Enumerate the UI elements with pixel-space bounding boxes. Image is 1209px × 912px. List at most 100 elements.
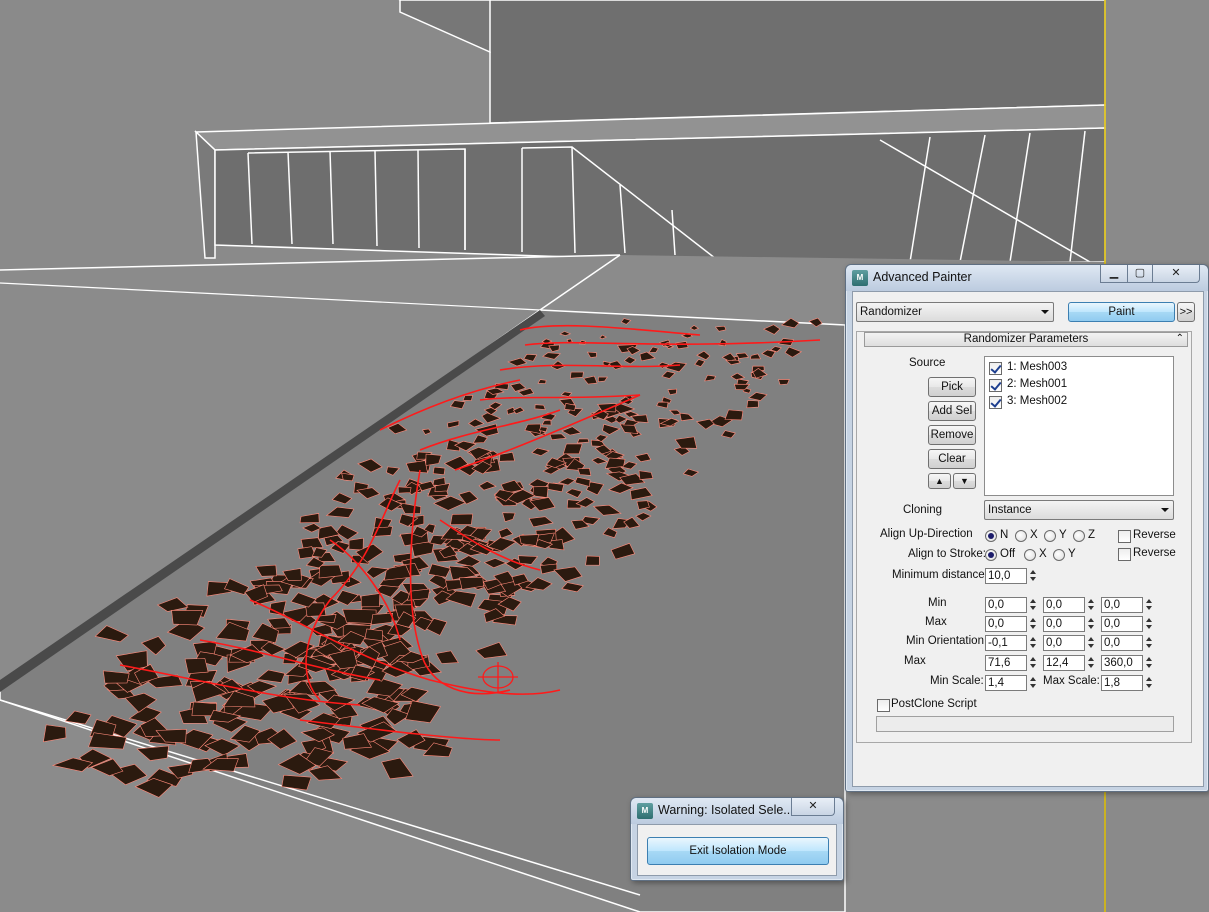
min-orientation-y-spinner[interactable]: 0,0 [1043,635,1099,651]
min-y-field[interactable]: 0,0 [1043,597,1085,613]
max-orientation-z-spinner[interactable]: 360,0 [1101,655,1157,671]
max-orientation-x-spinner[interactable]: 71,6 [985,655,1041,671]
spinner-arrows-icon[interactable] [1029,617,1038,631]
align-stroke-radio-y[interactable] [1053,549,1065,561]
max-scale-label: Max Scale: [1043,675,1100,687]
align-up-radio-x[interactable] [1015,530,1027,542]
max-orientation-x-field[interactable]: 71,6 [985,655,1027,671]
min-orientation-z-field[interactable]: 0,0 [1101,635,1143,651]
expand-button[interactable]: >> [1177,302,1195,322]
postclone-script-field[interactable] [876,716,1174,732]
advanced-painter-titlebar[interactable]: M Advanced Painter ▁ ▢ ✕ [846,265,1208,291]
spinner-arrows-icon[interactable] [1087,598,1096,612]
max-x-spinner[interactable]: 0,0 [985,616,1041,632]
max-y-spinner[interactable]: 0,0 [1043,616,1099,632]
clear-button[interactable]: Clear [928,449,976,469]
maximize-button[interactable]: ▢ [1127,265,1153,283]
min-distance-spinner[interactable]: 10,0 [985,568,1041,584]
source-checkbox[interactable] [989,379,1002,392]
align-up-radio-z[interactable] [1073,530,1085,542]
spinner-arrows-icon[interactable] [1029,598,1038,612]
max-y-field[interactable]: 0,0 [1043,616,1085,632]
3ds-max-icon: M [637,803,653,819]
scatter-piece [562,443,583,455]
min-scale-spinner[interactable]: 1,4 [985,675,1041,691]
spinner-arrows-icon[interactable] [1087,617,1096,631]
scatter-piece [171,609,204,626]
max-scale-field[interactable]: 1,8 [1101,675,1143,691]
scatter-piece [539,426,548,433]
source-checkbox[interactable] [989,362,1002,375]
max-z-field[interactable]: 0,0 [1101,616,1143,632]
min-x-spinner[interactable]: 0,0 [985,597,1041,613]
min-z-field[interactable]: 0,0 [1101,597,1143,613]
min-orientation-y-field[interactable]: 0,0 [1043,635,1085,651]
scatter-piece [570,371,584,379]
min-distance-field[interactable]: 10,0 [985,568,1027,584]
spinner-arrows-icon[interactable] [1145,636,1154,650]
min-x-field[interactable]: 0,0 [985,597,1027,613]
min-orientation-x-spinner[interactable]: -0,1 [985,635,1041,651]
scatter-piece [746,400,759,409]
align-up-radio-y[interactable] [1044,530,1056,542]
chevron-down-icon [1041,310,1049,314]
spinner-arrows-icon[interactable] [1145,598,1154,612]
max-z-spinner[interactable]: 0,0 [1101,616,1157,632]
source-item-label: 1: Mesh003 [1007,361,1068,373]
scatter-piece [778,379,790,386]
source-list[interactable]: 1: Mesh003 2: Mesh001 3: Mesh002 [984,356,1174,496]
spinner-arrows-icon[interactable] [1145,617,1154,631]
cloning-dropdown[interactable]: Instance [984,500,1174,520]
max-orientation-z-field[interactable]: 360,0 [1101,655,1143,671]
scatter-piece [577,467,592,476]
max-orientation-label: Max [904,655,926,667]
pick-button[interactable]: Pick [928,377,976,397]
align-stroke-radio-x[interactable] [1024,549,1036,561]
spinner-arrows-icon[interactable] [1145,676,1154,690]
move-down-button[interactable]: ▼ [953,473,976,489]
exit-isolation-button[interactable]: Exit Isolation Mode [647,837,829,865]
align-stroke-option-x: X [1039,548,1047,560]
advanced-painter-window: M Advanced Painter ▁ ▢ ✕ Randomizer Pain… [845,264,1209,792]
spinner-arrows-icon[interactable] [1029,636,1038,650]
max-x-field[interactable]: 0,0 [985,616,1027,632]
max-scale-spinner[interactable]: 1,8 [1101,675,1157,691]
spinner-arrows-icon[interactable] [1029,656,1038,670]
min-orientation-z-spinner[interactable]: 0,0 [1101,635,1157,651]
collapse-icon: ⌃ [1175,333,1184,344]
warning-close-button[interactable]: ✕ [791,798,835,816]
source-checkbox[interactable] [989,396,1002,409]
spinner-arrows-icon[interactable] [1087,656,1096,670]
spinner-arrows-icon[interactable] [1145,656,1154,670]
spinner-arrows-icon[interactable] [1029,676,1038,690]
paint-button[interactable]: Paint [1068,302,1175,322]
max-orientation-y-field[interactable]: 12,4 [1043,655,1085,671]
minimize-button[interactable]: ▁ [1100,265,1128,283]
scatter-piece [450,513,474,526]
max-orientation-y-spinner[interactable]: 12,4 [1043,655,1099,671]
postclone-checkbox[interactable] [877,699,890,712]
reverse-stroke-label: Reverse [1133,547,1176,559]
reverse-stroke-checkbox[interactable] [1118,548,1131,561]
align-stroke-radio-off[interactable] [985,549,997,561]
rollout-header[interactable]: Randomizer Parameters ⌃ [864,332,1188,347]
close-button[interactable]: ✕ [1152,265,1200,283]
min-orientation-x-field[interactable]: -0,1 [985,635,1027,651]
window-recess [214,127,1106,263]
min-z-spinner[interactable]: 0,0 [1101,597,1157,613]
add-sel-button[interactable]: Add Sel [928,401,976,421]
move-up-button[interactable]: ▲ [928,473,951,489]
align-up-radio-n[interactable] [985,530,997,542]
reverse-up-checkbox[interactable] [1118,530,1131,543]
warning-titlebar[interactable]: M Warning: Isolated Sele... ✕ [631,798,843,824]
align-up-label: Align Up-Direction [880,528,973,540]
spinner-arrows-icon[interactable] [1029,569,1038,583]
remove-button[interactable]: Remove [928,425,976,445]
spinner-arrows-icon[interactable] [1087,636,1096,650]
min-y-spinner[interactable]: 0,0 [1043,597,1099,613]
mode-dropdown[interactable]: Randomizer [856,302,1054,322]
min-scale-field[interactable]: 1,4 [985,675,1027,691]
align-up-option-y: Y [1059,529,1067,541]
scatter-piece [432,466,446,476]
scatter-piece [318,564,343,579]
